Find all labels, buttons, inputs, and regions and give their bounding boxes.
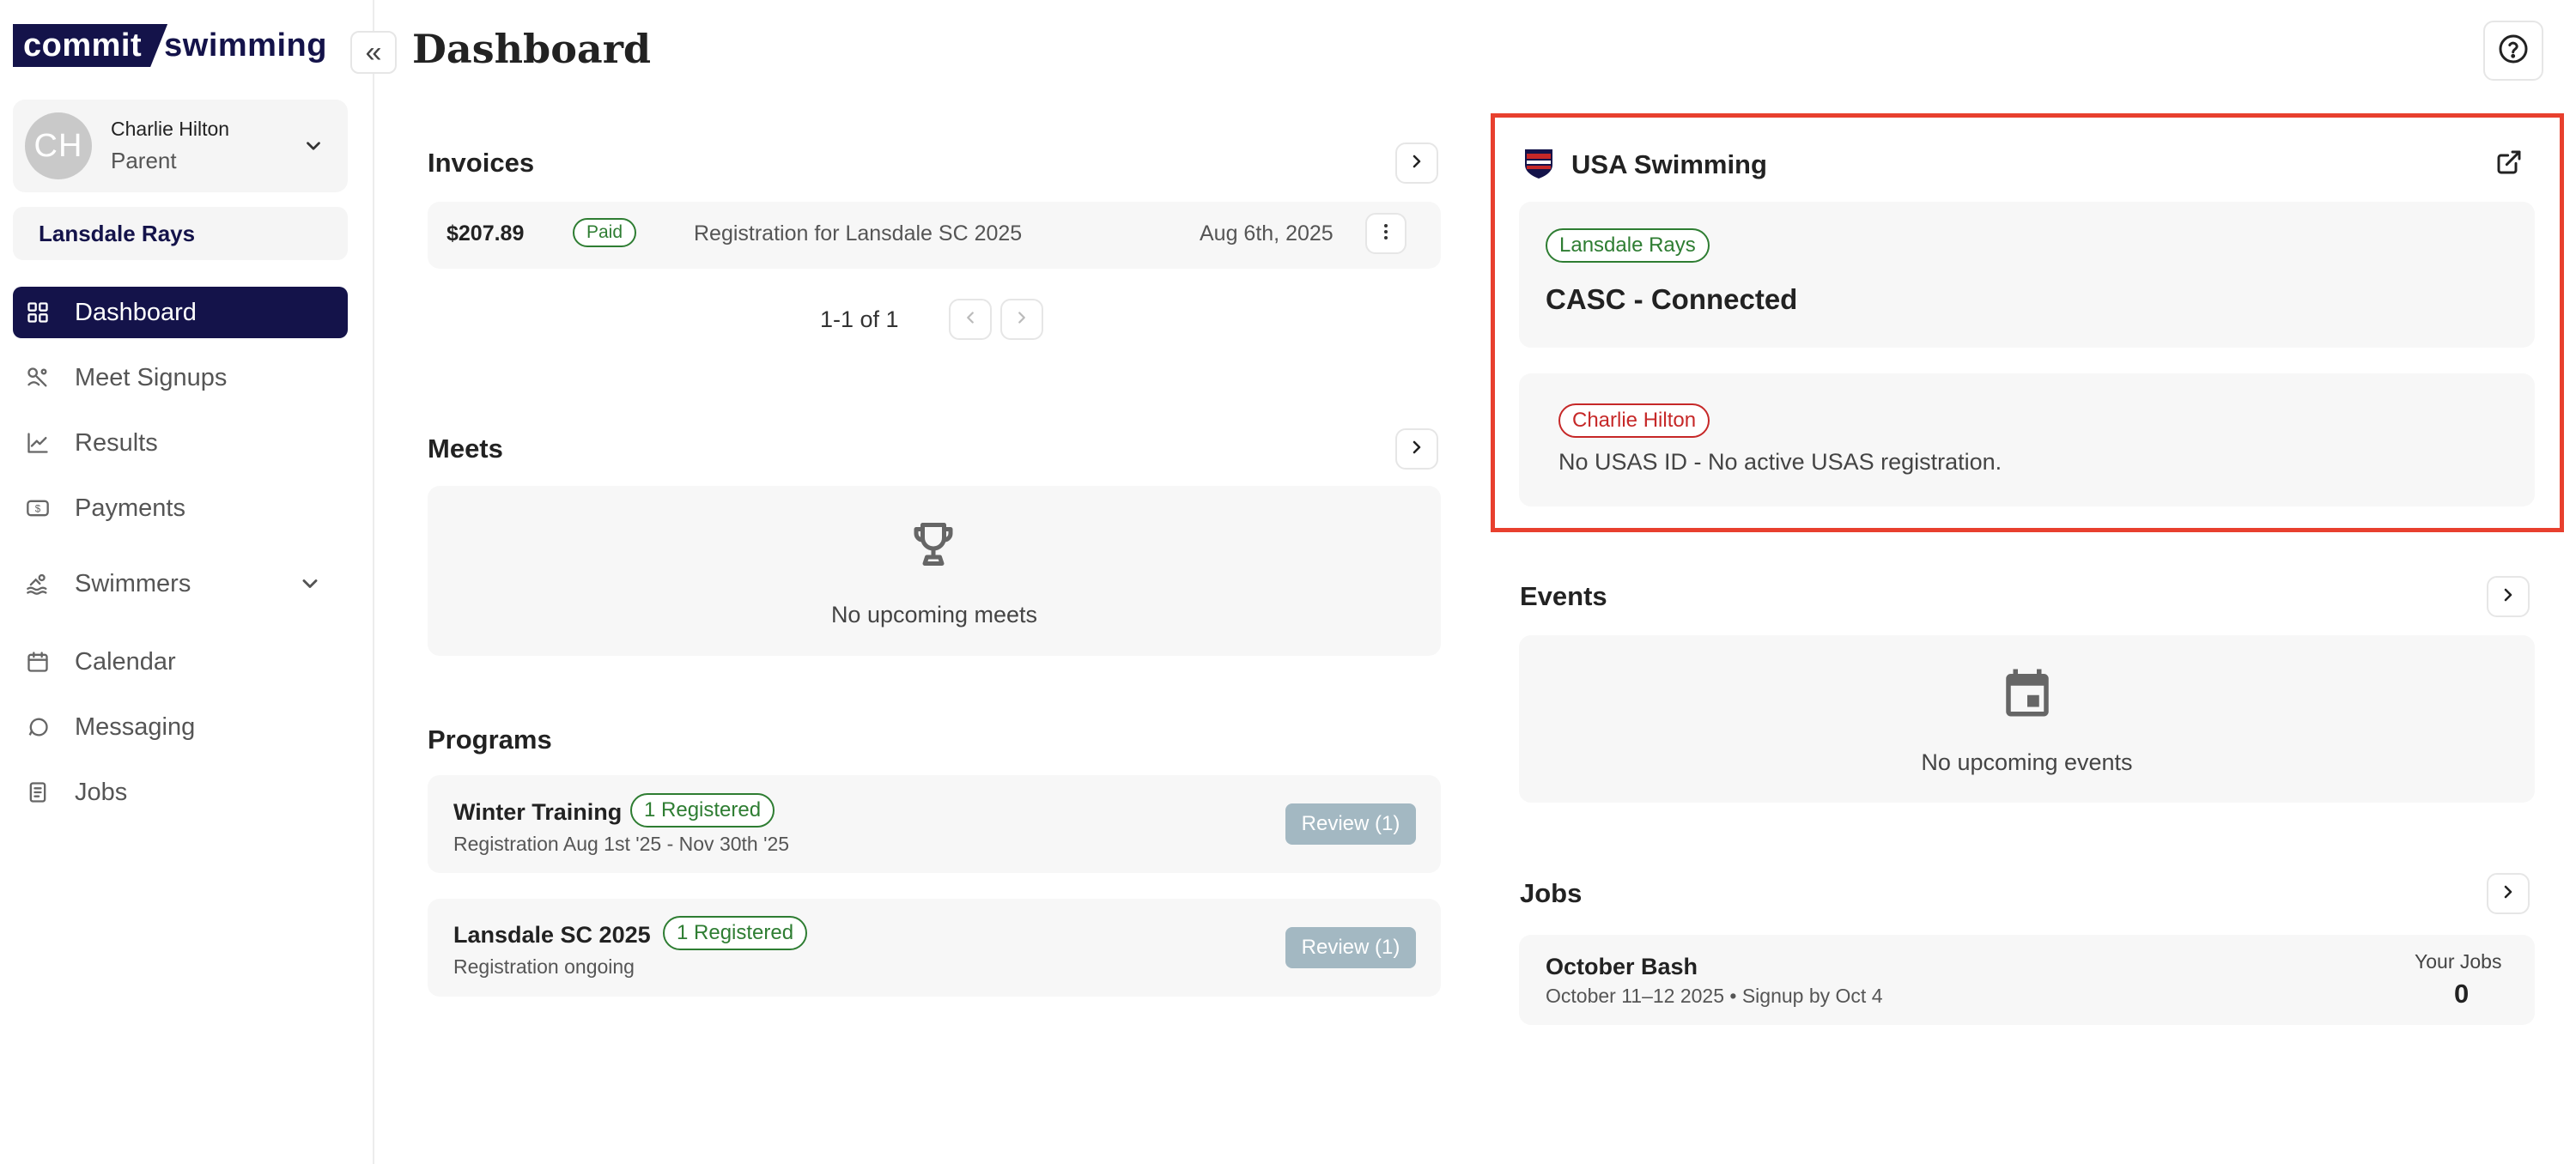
jobs-clipboard-icon xyxy=(25,779,51,805)
jobs-open-button[interactable] xyxy=(2487,873,2530,914)
external-link-button[interactable] xyxy=(2487,142,2531,185)
messaging-icon xyxy=(25,714,51,740)
external-link-icon xyxy=(2495,149,2523,180)
team-selector[interactable]: Lansdale Rays xyxy=(13,207,348,260)
sidebar: commit swimming CH Charlie Hilton Parent… xyxy=(0,0,374,1164)
chevron-down-icon[interactable] xyxy=(298,572,322,596)
invoices-open-button[interactable] xyxy=(1395,142,1438,184)
page-title: Dashboard xyxy=(412,26,652,72)
logo-swimming-text: swimming xyxy=(164,27,327,64)
events-title: Events xyxy=(1520,581,1607,611)
registered-badge: 1 Registered xyxy=(663,916,808,950)
program-name: Winter Training xyxy=(453,799,623,825)
usa-swimming-title: USA Swimming xyxy=(1571,149,1767,179)
sidebar-item-label: Messaging xyxy=(75,712,196,741)
user-name: Charlie Hilton xyxy=(111,118,230,140)
chevron-left-icon xyxy=(961,308,980,331)
review-button[interactable]: Review (1) xyxy=(1285,803,1416,845)
your-jobs-label: Your Jobs xyxy=(2415,950,2502,973)
user-role: Parent xyxy=(111,148,177,173)
registered-badge: 1 Registered xyxy=(630,793,775,828)
invoices-title: Invoices xyxy=(428,148,535,178)
sidebar-item-meet-signups[interactable]: Meet Signups xyxy=(13,352,348,403)
help-circle-icon xyxy=(2498,33,2529,69)
swimmer-badge: Charlie Hilton xyxy=(1558,403,1710,438)
events-open-button[interactable] xyxy=(2487,576,2530,617)
chevron-right-icon xyxy=(2498,882,2518,906)
program-subtitle: Registration Aug 1st '25 - Nov 30th '25 xyxy=(453,833,790,855)
review-button[interactable]: Review (1) xyxy=(1285,927,1416,968)
usa-swimming-logo-icon xyxy=(1522,146,1556,180)
jobs-title: Jobs xyxy=(1520,878,1583,908)
collapse-sidebar-button[interactable]: « xyxy=(350,31,397,74)
meets-title: Meets xyxy=(428,433,503,464)
invoice-amount: $207.89 xyxy=(447,221,525,246)
sidebar-item-label: Payments xyxy=(75,494,185,522)
user-profile-card[interactable]: CH Charlie Hilton Parent xyxy=(13,100,348,192)
job-subtitle: October 11–12 2025 • Signup by Oct 4 xyxy=(1546,985,1883,1007)
commit-swimming-logo[interactable]: commit swimming xyxy=(13,24,327,67)
dashboard-grid-icon xyxy=(25,300,51,325)
sidebar-item-messaging[interactable]: Messaging xyxy=(13,701,348,753)
trophy-icon xyxy=(908,517,959,572)
next-page-button[interactable] xyxy=(1000,299,1043,340)
swimmers-icon xyxy=(25,571,51,597)
swimmer-registration-status: No USAS ID - No active USAS registration… xyxy=(1558,449,2002,475)
meets-empty-text: No upcoming meets xyxy=(830,602,1038,627)
sidebar-item-jobs[interactable]: Jobs xyxy=(13,767,348,818)
sidebar-item-label: Meet Signups xyxy=(75,363,228,391)
invoice-date: Aug 6th, 2025 xyxy=(1200,221,1334,246)
your-jobs-count: 0 xyxy=(2454,979,2470,1009)
chevron-right-icon xyxy=(1406,151,1427,176)
sidebar-item-payments[interactable]: $ Payments xyxy=(13,482,348,534)
program-subtitle: Registration ongoing xyxy=(453,955,635,978)
more-vertical-icon xyxy=(1376,221,1396,246)
results-chart-icon xyxy=(25,430,51,456)
sidebar-item-label: Jobs xyxy=(75,778,128,806)
sidebar-item-label: Calendar xyxy=(75,647,176,676)
sidebar-item-label: Results xyxy=(75,428,158,457)
logo-commit-text: commit xyxy=(13,24,167,67)
avatar: CH xyxy=(25,112,92,179)
sidebar-item-results[interactable]: Results xyxy=(13,417,348,469)
sidebar-item-calendar[interactable]: Calendar xyxy=(13,636,348,688)
payments-dollar-icon: $ xyxy=(25,495,51,521)
chevron-right-icon xyxy=(2498,585,2518,609)
prev-page-button[interactable] xyxy=(949,299,992,340)
meets-open-button[interactable] xyxy=(1395,428,1438,470)
help-button[interactable] xyxy=(2483,21,2543,81)
chevron-right-icon xyxy=(1406,437,1427,462)
job-name: October Bash xyxy=(1546,954,1698,979)
programs-title: Programs xyxy=(428,724,552,755)
meet-signups-icon xyxy=(25,365,51,391)
club-badge: Lansdale Rays xyxy=(1546,228,1710,263)
svg-text:$: $ xyxy=(35,504,41,515)
sidebar-item-dashboard[interactable]: Dashboard xyxy=(13,287,348,338)
club-connection-status: CASC - Connected xyxy=(1546,283,1798,315)
chevron-down-icon[interactable] xyxy=(296,129,331,163)
pagination-label: 1-1 of 1 xyxy=(820,306,899,332)
sidebar-item-label: Dashboard xyxy=(75,298,197,326)
sidebar-item-swimmers[interactable]: Swimmers xyxy=(13,558,348,609)
sidebar-item-label: Swimmers xyxy=(75,569,191,597)
events-empty-text: No upcoming events xyxy=(1921,749,2133,775)
status-badge: Paid xyxy=(573,218,637,247)
invoice-description: Registration for Lansdale SC 2025 xyxy=(694,221,1023,246)
swimmer-status-panel xyxy=(1519,373,2535,506)
program-name: Lansdale SC 2025 xyxy=(453,922,651,948)
club-status-panel xyxy=(1519,202,2535,348)
calendar-event-icon xyxy=(1999,663,2056,723)
calendar-icon xyxy=(25,649,51,675)
chevron-right-icon xyxy=(1012,308,1031,331)
invoice-more-button[interactable] xyxy=(1365,213,1406,254)
